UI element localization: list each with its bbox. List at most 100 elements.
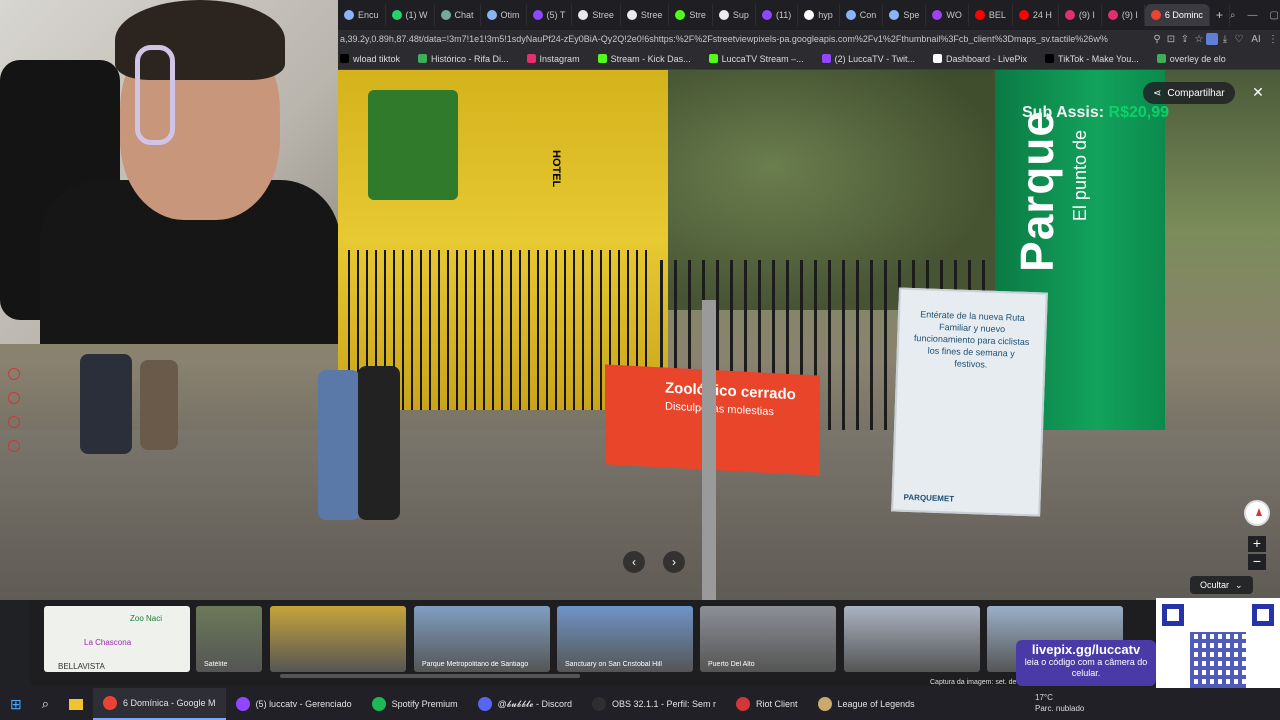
search-icon[interactable]: ⌕ — [32, 688, 59, 720]
browser-tab[interactable]: (9) I — [1102, 4, 1145, 26]
qr-pattern — [1190, 632, 1246, 688]
bookmark-favicon-icon — [526, 54, 536, 63]
zoom-out-button[interactable]: − — [1248, 554, 1266, 570]
tab-favicon-icon — [1064, 10, 1075, 20]
taskbar-app-button[interactable]: Riot Client — [726, 688, 808, 720]
taskbar-apps: 6 Domínica - Google M (5) luccatv - Geren… — [93, 688, 925, 720]
maximize-icon[interactable]: ▢ — [1270, 10, 1279, 21]
bookmark-label: Histórico - Rifa Di... — [431, 53, 509, 64]
bookmark-star-icon[interactable]: ☆ — [1192, 34, 1206, 45]
sidebar-icon[interactable] — [8, 416, 20, 428]
browser-tab[interactable]: Sup — [713, 4, 756, 26]
taskbar-app-button[interactable]: OBS 32.1.1 - Perfil: Sem r — [582, 688, 726, 720]
person-pedestrian — [358, 366, 400, 520]
browser-tab[interactable]: hyp — [798, 4, 840, 26]
bookmark-item[interactable]: wload tiktok — [340, 54, 400, 64]
compass-icon[interactable] — [1244, 500, 1270, 526]
minimize-icon[interactable]: — — [1248, 10, 1258, 21]
profile-avatar-icon[interactable] — [1206, 33, 1218, 45]
heart-icon[interactable]: ♡ — [1232, 34, 1246, 45]
bookmark-item[interactable]: Histórico - Rifa Di... — [418, 54, 509, 64]
photo-thumbnail[interactable]: Satélite — [196, 606, 262, 672]
photo-thumbnail[interactable]: Parque Metropolitano de Santiago — [414, 606, 550, 672]
install-icon[interactable]: ⊡ — [1164, 34, 1178, 45]
parque-banner-subtext: El punto de — [1070, 130, 1090, 222]
bookmark-item[interactable]: TikTok - Make You... — [1045, 54, 1139, 64]
hide-filmstrip-button[interactable]: Ocultar ⌄ — [1190, 576, 1253, 594]
browser-tab[interactable]: Stre — [669, 4, 713, 26]
browser-tab[interactable]: (1) W — [386, 4, 435, 26]
share-button[interactable]: ⋖ Compartilhar — [1143, 82, 1235, 104]
taskbar-app-button[interactable]: @𝓫𝓾𝓫𝓫𝓵𝓮 - Discord — [468, 688, 582, 720]
sub-assis-label: Sub Assis: — [1022, 104, 1109, 121]
share-page-icon[interactable]: ⇪ — [1178, 34, 1192, 45]
windows-start-icon[interactable]: ⊞ — [0, 688, 32, 720]
tab-favicon-icon — [974, 10, 985, 20]
browser-tab[interactable]: (9) I — [1059, 4, 1102, 26]
bookmark-item[interactable]: Dashboard - LivePix — [933, 54, 1027, 64]
tab-label: (9) I — [1078, 10, 1095, 20]
thumbnail-caption: Parque Metropolitano de Santiago — [422, 661, 529, 668]
tab-favicon-icon — [718, 10, 729, 20]
browser-tab[interactable]: Stree — [572, 4, 621, 26]
bookmark-label: overley de elo — [1169, 53, 1226, 64]
taskbar-app-button[interactable]: League of Legends — [808, 688, 925, 720]
browser-tab[interactable]: 24 H — [1013, 4, 1059, 26]
qr-finder — [1252, 604, 1274, 626]
ai-button[interactable]: AI — [1246, 34, 1266, 45]
weather-widget[interactable]: 17°C Parc. nublado — [1035, 692, 1084, 714]
file-explorer-icon[interactable] — [59, 688, 93, 720]
bookmark-item[interactable]: LuccaTV Stream –... — [708, 54, 804, 64]
browser-tab[interactable]: Otim — [481, 4, 527, 26]
zoom-in-button[interactable]: + — [1248, 536, 1266, 552]
photo-thumbnail[interactable]: Puerto Del Alto — [700, 606, 836, 672]
taskbar-app-button[interactable]: 6 Domínica - Google M — [93, 688, 226, 720]
person-pedestrian — [318, 370, 360, 520]
bookmark-item[interactable]: (2) LuccaTV - Twit... — [821, 54, 915, 64]
tab-favicon-icon — [675, 10, 686, 20]
bookmark-item[interactable]: Instagram — [526, 54, 580, 64]
sidebar-icon[interactable] — [8, 440, 20, 452]
new-tab-button[interactable]: + — [1210, 4, 1230, 26]
bookmark-item[interactable]: Stream - Kick Das... — [597, 54, 691, 64]
livepix-instructions: leia o código com a câmera do celular. — [1024, 657, 1148, 678]
app-icon — [736, 697, 751, 711]
app-icon — [103, 696, 118, 710]
browser-tab[interactable]: Con — [840, 4, 884, 26]
nav-next-arrow[interactable]: › — [663, 551, 685, 573]
close-streetview-button[interactable]: ✕ — [1248, 82, 1268, 102]
browser-tab[interactable]: BEL — [969, 4, 1013, 26]
browser-tab[interactable]: Spe — [883, 4, 927, 26]
search-tabs-icon[interactable]: ⌕ — [1230, 10, 1236, 21]
taskbar-app-button[interactable]: (5) luccatv - Gerenciado — [226, 688, 362, 720]
browser-tab[interactable]: 6 Dominc — [1144, 4, 1210, 26]
browser-tab[interactable]: WO — [926, 4, 969, 26]
tune-icon[interactable]: ⚲ — [1150, 34, 1164, 45]
sub-assis-value: R$20,99 — [1108, 104, 1170, 121]
tab-label: 6 Dominc — [1164, 10, 1203, 20]
menu-kebab-icon[interactable]: ⋮ — [1266, 34, 1280, 45]
nav-prev-arrow[interactable]: ‹ — [623, 551, 645, 573]
tab-favicon-icon — [761, 10, 772, 20]
taskbar-app-button[interactable]: Spotify Premium — [362, 688, 468, 720]
ocultar-label: Ocultar — [1200, 580, 1230, 590]
map-thumbnail[interactable]: Zoo Naci La Chascona BELLAVISTA — [44, 606, 190, 672]
tab-label: Encu — [358, 10, 379, 20]
download-icon[interactable]: ⤓ — [1218, 34, 1232, 45]
tab-label: BEL — [988, 10, 1006, 20]
photo-thumbnail[interactable]: Sanctuary on San Cristobal Hill — [557, 606, 693, 672]
parque-banner-text: Parque — [1011, 110, 1063, 272]
bookmark-item[interactable]: overley de elo — [1156, 53, 1226, 64]
browser-tab[interactable]: Stree — [621, 4, 670, 26]
filmstrip-scrollbar[interactable] — [280, 674, 580, 678]
photo-thumbnail[interactable] — [844, 606, 980, 672]
browser-tab[interactable]: (11) — [756, 4, 799, 26]
sidebar-icon[interactable] — [8, 392, 20, 404]
sidebar-icon[interactable] — [8, 368, 20, 380]
browser-tab[interactable]: Chat — [435, 4, 481, 26]
green-wall — [368, 90, 458, 200]
person-pedestrian — [80, 354, 132, 454]
browser-tab[interactable]: (5) T — [527, 4, 573, 26]
photo-thumbnail[interactable] — [270, 606, 406, 672]
browser-tab[interactable]: Encu — [338, 4, 386, 26]
